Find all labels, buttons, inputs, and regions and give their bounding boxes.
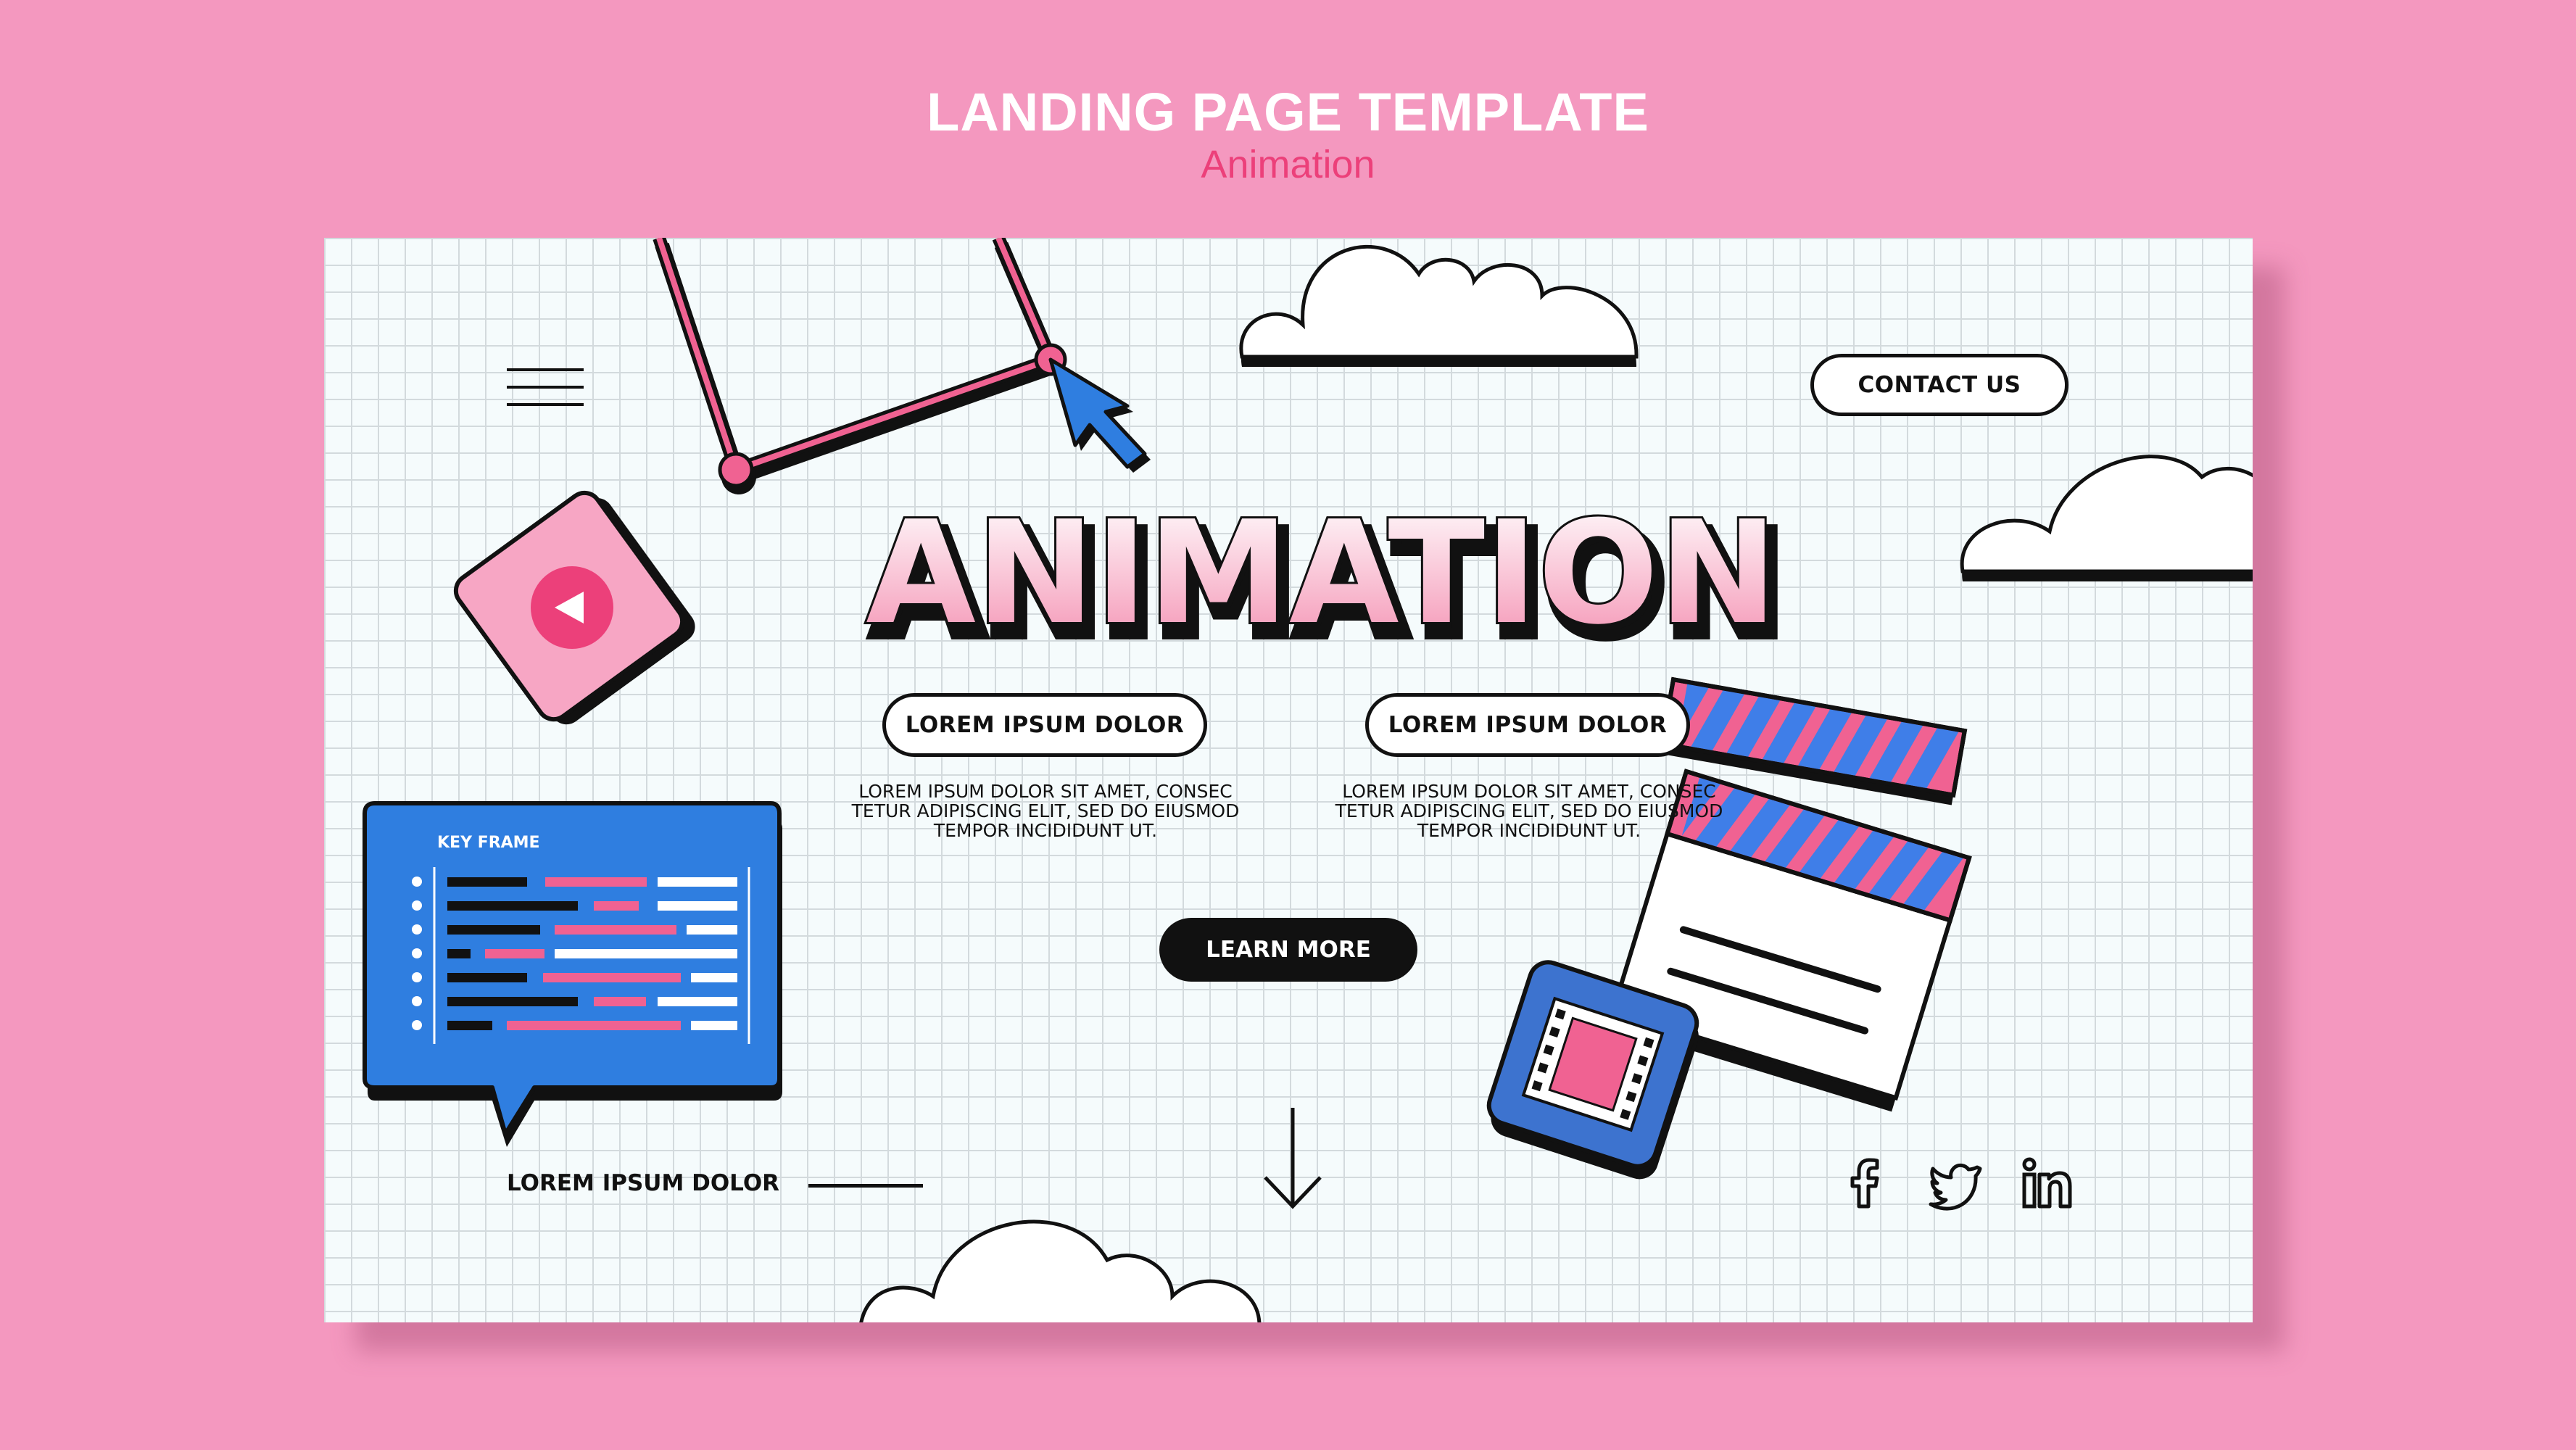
feature-heading-right: LOREM IPSUM DOLOR [1365, 693, 1690, 757]
feature-text-line: LOREM IPSUM DOLOR SIT AMET, CONSEC [1342, 781, 1716, 802]
feature-text-line: TETUR ADIPISCING ELIT, SED DO EIUSMOD [851, 800, 1240, 821]
twitter-icon[interactable] [1926, 1154, 1984, 1212]
footer-divider [808, 1184, 923, 1188]
scroll-down-arrow-icon[interactable] [1259, 1105, 1326, 1214]
facebook-icon[interactable] [1835, 1154, 1893, 1212]
hamburger-menu-icon[interactable] [507, 368, 584, 407]
learn-more-button[interactable]: LEARN MORE [1159, 918, 1417, 982]
keyframe-panel [363, 801, 782, 1147]
feature-text-right: LOREM IPSUM DOLOR SIT AMET, CONSEC TETUR… [1319, 782, 1739, 840]
page-heading: LANDING PAGE TEMPLATE [927, 82, 1649, 142]
cloud-top [1239, 245, 1639, 367]
page-subheading: Animation [1201, 143, 1375, 186]
cloud-bottom [859, 1219, 1262, 1322]
contact-us-button[interactable]: CONTACT US [1810, 354, 2068, 416]
feature-text-line: TETUR ADIPISCING ELIT, SED DO EIUSMOD [1335, 800, 1723, 821]
keyframe-label: KEY FRAME [437, 834, 540, 852]
cloud-right [1960, 455, 2253, 581]
feature-text-line: TEMPOR INCIDIDUNT UT. [1417, 820, 1641, 841]
hero-title: ANIMATION [866, 491, 1777, 656]
feature-text-left: LOREM IPSUM DOLOR SIT AMET, CONSEC TETUR… [835, 782, 1256, 840]
motion-path [653, 238, 1067, 494]
cursor-arrow-icon [1048, 357, 1151, 473]
play-icon [531, 566, 613, 649]
feature-text-line: LOREM IPSUM DOLOR SIT AMET, CONSEC [858, 781, 1233, 802]
landing-page-mockup: ANIMATION ANIMATION CONTACT US LOREM IPS… [324, 238, 2253, 1322]
footer-label: LOREM IPSUM DOLOR [507, 1170, 780, 1196]
linkedin-icon[interactable] [2018, 1154, 2076, 1212]
feature-heading-left: LOREM IPSUM DOLOR [882, 693, 1207, 757]
feature-text-line: TEMPOR INCIDIDUNT UT. [933, 820, 1158, 841]
